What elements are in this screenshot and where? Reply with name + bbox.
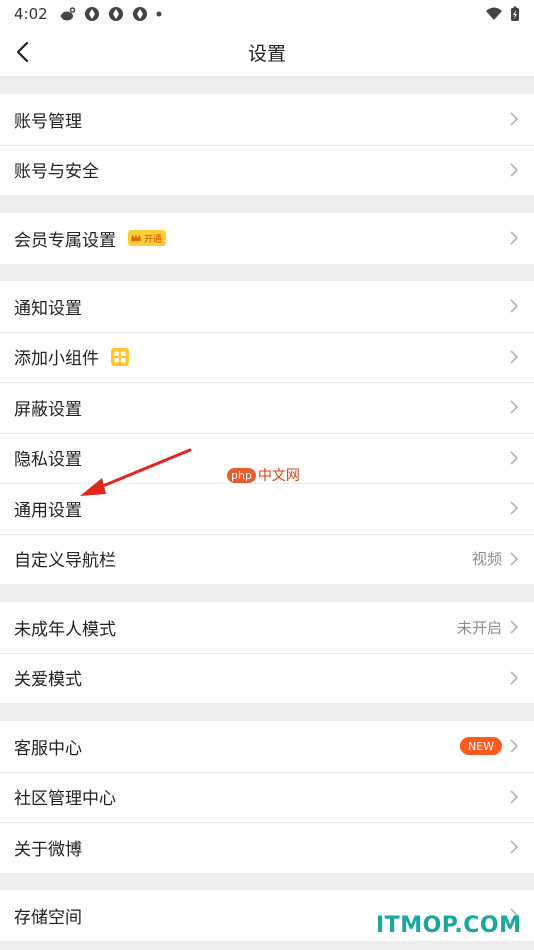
chevron-right-icon: [510, 739, 519, 753]
more-notifications-dot-icon: [156, 11, 162, 17]
status-time: 4:02: [14, 5, 48, 23]
settings-item-about-weibo[interactable]: 关于微博: [0, 822, 534, 873]
settings-item-label: 账号管理: [14, 111, 82, 132]
chevron-right-icon: [510, 400, 519, 414]
settings-item-label: 隐私设置: [14, 450, 82, 471]
settings-item-account-security[interactable]: 账号与安全: [0, 144, 534, 196]
battery-charging-icon: [511, 6, 519, 21]
page-title: 设置: [247, 42, 286, 65]
weibo-icon: [60, 7, 75, 21]
chevron-right-icon: [510, 451, 519, 465]
settings-item-value: 视频: [471, 550, 502, 569]
wifi-icon: [486, 7, 502, 20]
settings-item-label: 通知设置: [14, 298, 82, 319]
system-icons: [486, 6, 520, 22]
settings-group-modes: 未成年人模式 未开启 关爱模式: [0, 602, 534, 703]
settings-item-label: 存储空间: [14, 907, 82, 928]
settings-item-vip-settings[interactable]: 会员专属设置 开通: [0, 213, 534, 264]
settings-item-label: 未成年人模式: [14, 619, 116, 640]
notification-icons: [60, 6, 162, 22]
settings-group-account: 账号管理 账号与安全: [0, 94, 534, 195]
php-watermark-text: 中文网: [257, 468, 300, 484]
settings-item-customer-service[interactable]: 客服中心 NEW: [0, 721, 534, 772]
title-bar: 设置: [0, 28, 534, 76]
vip-badge-label: 开通: [144, 234, 163, 245]
settings-item-account-management[interactable]: 账号管理: [0, 94, 534, 145]
settings-item-label: 关爱模式: [14, 670, 82, 691]
settings-item-notifications[interactable]: 通知设置: [0, 281, 534, 332]
settings-item-label: 屏蔽设置: [14, 399, 82, 420]
settings-item-label: 客服中心: [14, 738, 82, 759]
settings-item-label: 关于微博: [14, 839, 82, 860]
site-watermark: ITMOP.COM: [376, 913, 522, 938]
settings-item-label: 账号与安全: [14, 162, 99, 183]
status-bar: 4:02: [0, 0, 534, 28]
settings-item-label: 会员专属设置: [14, 230, 116, 251]
chevron-right-icon: [510, 350, 519, 364]
chevron-right-icon: [510, 299, 519, 313]
settings-item-label: 添加小组件: [14, 349, 99, 370]
settings-item-care-mode[interactable]: 关爱模式: [0, 652, 534, 704]
chevron-right-icon: [510, 231, 519, 245]
settings-item-minor-mode[interactable]: 未成年人模式 未开启: [0, 602, 534, 653]
settings-item-community-center[interactable]: 社区管理中心: [0, 771, 534, 823]
app-notification-icon: [108, 7, 123, 21]
app-notification-icon: [132, 7, 147, 21]
settings-item-add-widget[interactable]: 添加小组件: [0, 331, 534, 383]
app-notification-icon: [84, 7, 99, 21]
new-badge: NEW: [459, 737, 502, 756]
vip-badge[interactable]: 开通: [128, 230, 167, 247]
settings-item-label: 社区管理中心: [14, 789, 116, 810]
settings-group-support: 客服中心 NEW 社区管理中心 关于微博: [0, 721, 534, 873]
settings-item-block-settings[interactable]: 屏蔽设置: [0, 382, 534, 433]
chevron-right-icon: [510, 840, 519, 854]
chevron-right-icon: [510, 671, 519, 685]
back-arrow-icon[interactable]: [12, 40, 36, 64]
chevron-right-icon: [510, 552, 519, 566]
settings-item-label: 自定义导航栏: [14, 551, 116, 572]
crown-icon: [131, 234, 141, 242]
php-watermark: php 中文网: [227, 465, 300, 485]
settings-group-general: 通知设置 添加小组件 屏蔽设置 隐私设置 通用设置 自定义导航栏 视频: [0, 281, 534, 584]
chevron-right-icon: [510, 112, 519, 126]
settings-group-vip: 会员专属设置 开通: [0, 213, 534, 264]
settings-item-custom-nav-bar[interactable]: 自定义导航栏 视频: [0, 533, 534, 585]
php-logo: php: [227, 467, 256, 483]
chevron-right-icon: [510, 163, 519, 177]
settings-item-general[interactable]: 通用设置: [0, 483, 534, 534]
widget-grid-icon: [111, 347, 129, 366]
settings-item-value: 未开启: [456, 618, 502, 637]
chevron-right-icon: [510, 790, 519, 804]
settings-item-label: 通用设置: [14, 500, 82, 521]
chevron-right-icon: [510, 501, 519, 515]
chevron-right-icon: [510, 620, 519, 634]
